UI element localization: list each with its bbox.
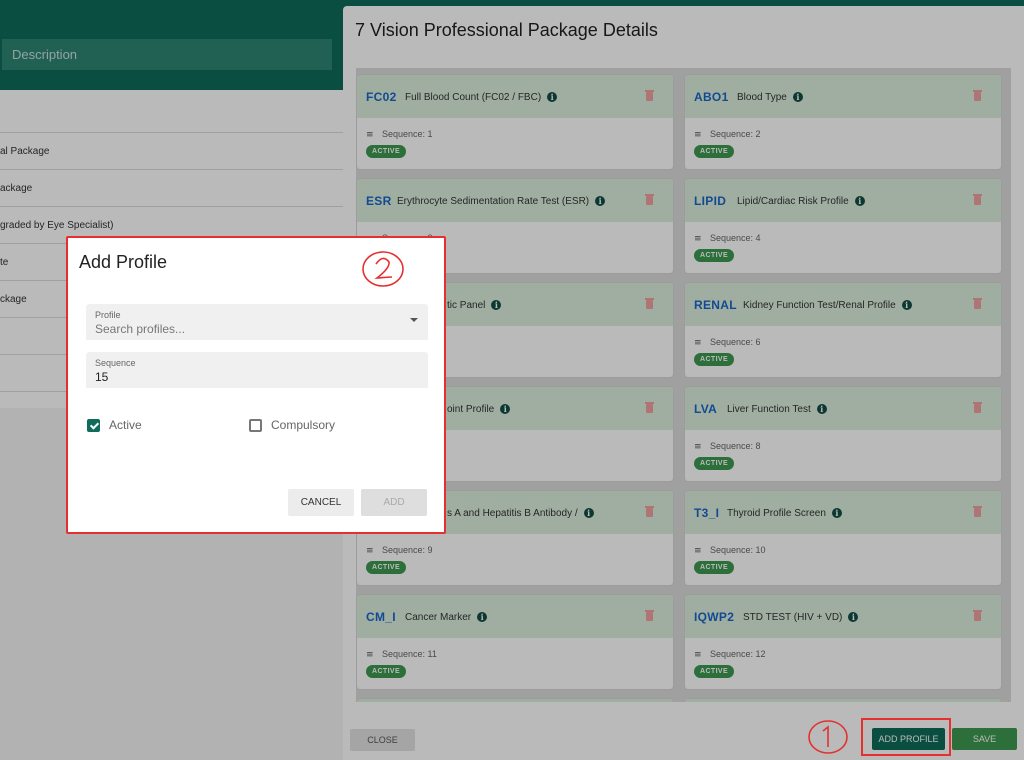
sequence-input[interactable]: 15 [95, 370, 108, 384]
add-profile-highlight [861, 718, 951, 756]
active-label: Active [109, 418, 142, 432]
active-checkbox-row[interactable]: Active [87, 418, 142, 432]
cancel-button[interactable]: CANCEL [288, 489, 354, 516]
add-profile-dialog: Add Profile Profile Search profiles... S… [66, 236, 446, 534]
compulsory-checkbox-row[interactable]: Compulsory [249, 418, 335, 432]
profile-label: Profile [95, 310, 121, 320]
add-button[interactable]: ADD [361, 489, 427, 516]
compulsory-label: Compulsory [271, 418, 336, 432]
annotation-number-2 [362, 251, 404, 287]
caret-down-icon[interactable] [410, 318, 418, 322]
sequence-label: Sequence [95, 358, 136, 368]
profile-select[interactable]: Profile Search profiles... [86, 304, 428, 340]
sequence-field[interactable]: Sequence 15 [86, 352, 428, 388]
dialog-title: Add Profile [79, 252, 168, 272]
active-checkbox[interactable] [87, 418, 100, 432]
annotation-number-1 [808, 720, 848, 754]
compulsory-checkbox[interactable] [249, 418, 262, 432]
profile-search-input[interactable]: Search profiles... [95, 322, 185, 336]
